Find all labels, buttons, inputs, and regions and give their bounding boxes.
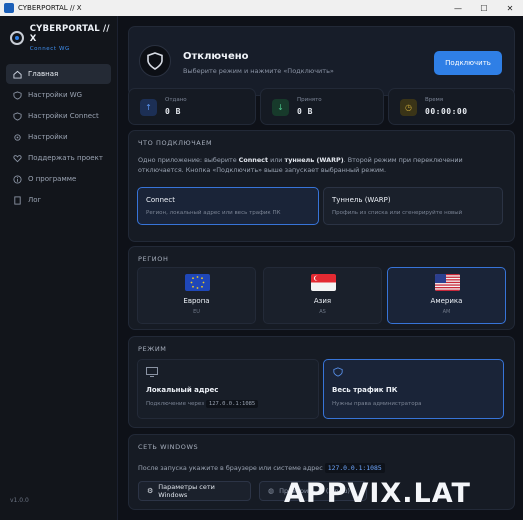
stat-value: 00:00:00 — [425, 107, 468, 116]
option-warp[interactable]: Туннель (WARP) Профиль из списка или сге… — [323, 187, 503, 225]
sidebar-item-label: О программе — [28, 175, 77, 183]
region-america[interactable]: Америка AM — [387, 267, 506, 324]
status-title: Отключено — [183, 51, 249, 62]
info-icon — [12, 174, 22, 184]
monitor-icon — [146, 367, 158, 377]
brand-subtitle: Connect WG — [29, 46, 70, 52]
usa-flag-icon — [435, 274, 460, 291]
stat-value: 0 B — [297, 107, 313, 116]
sidebar-item-home[interactable]: Главная — [6, 64, 111, 84]
section-description: После запуска укажите в браузере или сис… — [138, 463, 385, 473]
mode-title: Локальный адрес — [146, 386, 219, 394]
sidebar-item-label: Лог — [28, 196, 42, 204]
windows-network-settings-button[interactable]: ⚙ Параметры сети Windows — [138, 481, 251, 501]
mode-card: РЕЖИМ Локальный адрес Подключение через … — [128, 336, 515, 428]
sidebar-item-about[interactable]: О программе — [6, 169, 111, 189]
shield-icon — [333, 367, 343, 377]
sidebar-item-label: Главная — [28, 70, 59, 78]
watermark: APPVIX.LAT — [284, 478, 471, 509]
heart-icon — [12, 153, 22, 163]
document-icon — [12, 195, 22, 205]
maximize-button[interactable]: ☐ — [471, 0, 497, 16]
shield-icon — [139, 45, 171, 77]
sidebar-item-settings[interactable]: Настройки — [6, 127, 111, 147]
close-button[interactable]: ✕ — [497, 0, 523, 16]
logo-icon — [10, 31, 24, 45]
mode-local-address[interactable]: Локальный адрес Подключение через 127.0.… — [137, 359, 319, 419]
app-version: v1.0.0 — [10, 497, 29, 504]
window-title: CYBERPORTAL // X — [18, 4, 82, 12]
sidebar-item-label: Настройки Connect — [28, 112, 99, 120]
section-title: РЕГИОН — [138, 255, 169, 263]
gear-icon — [12, 132, 22, 142]
region-name: Европа — [183, 297, 210, 305]
mode-title: Весь трафик ПК — [332, 386, 398, 394]
region-name: Америка — [430, 297, 463, 305]
sidebar-item-label: Настройки WG — [28, 91, 83, 99]
option-title: Connect — [146, 196, 175, 204]
connect-button[interactable]: Подключить — [434, 51, 502, 75]
status-card: Отключено Выберите режим и нажмите «Подк… — [128, 26, 515, 96]
option-connect[interactable]: Connect Регион, локальный адрес или весь… — [137, 187, 319, 225]
globe-icon: ◍ — [268, 487, 275, 495]
mode-full-traffic[interactable]: Весь трафик ПК Нужны права администратор… — [323, 359, 504, 419]
mode-subtitle: Нужны права администратора — [332, 401, 422, 407]
section-title: РЕЖИМ — [138, 345, 167, 353]
proxy-address: 127.0.0.1:1085 — [324, 463, 385, 473]
stat-time: ◷ Время 00:00:00 — [388, 88, 515, 125]
sidebar-nav: Главная Настройки WG Настройки Connect Н… — [0, 64, 117, 210]
section-description: Одно приложение: выберите Connect или ту… — [138, 156, 463, 174]
sidebar: CYBERPORTAL // X Connect WG Главная Наст… — [0, 16, 118, 520]
region-code: AS — [319, 309, 326, 315]
region-card: РЕГИОН Европа EU Азия AS Америка AM — [128, 246, 515, 330]
stat-label: Время — [425, 97, 444, 103]
minimize-button[interactable]: — — [445, 0, 471, 16]
singapore-flag-icon — [311, 274, 336, 291]
arrow-down-icon: ↓ — [272, 99, 289, 116]
option-subtitle: Профиль из списка или сгенерируйте новый — [332, 210, 463, 216]
sidebar-item-label: Настройки — [28, 133, 68, 141]
sidebar-item-connect-settings[interactable]: Настройки Connect — [6, 106, 111, 126]
mode-subtitle: Подключение через 127.0.0.1:1085 — [146, 400, 259, 408]
gear-icon: ⚙ — [147, 487, 154, 495]
main-content: Отключено Выберите режим и нажмите «Подк… — [118, 16, 523, 520]
brand-name: CYBERPORTAL // X — [29, 24, 110, 44]
region-name: Азия — [313, 297, 332, 305]
status-subtitle: Выберите режим и нажмите «Подключить» — [183, 67, 334, 75]
brand: CYBERPORTAL // X Connect WG — [0, 16, 117, 60]
shield-icon — [12, 111, 22, 121]
stat-label: Отдано — [165, 97, 187, 103]
region-europe[interactable]: Европа EU — [137, 267, 256, 324]
option-title: Туннель (WARP) — [332, 196, 391, 204]
sidebar-item-label: Поддержать проект — [28, 154, 103, 162]
eu-flag-icon — [185, 274, 210, 291]
sidebar-item-log[interactable]: Лог — [6, 190, 111, 210]
region-asia[interactable]: Азия AS — [263, 267, 382, 324]
home-icon — [12, 69, 22, 79]
shield-icon — [12, 90, 22, 100]
arrow-up-icon: ↑ — [140, 99, 157, 116]
stat-label: Принято — [297, 97, 322, 103]
stat-received: ↓ Принято 0 B — [260, 88, 384, 125]
clock-icon: ◷ — [400, 99, 417, 116]
window-titlebar: CYBERPORTAL // X — ☐ ✕ — [0, 0, 523, 16]
stat-sent: ↑ Отдано 0 B — [128, 88, 256, 125]
sidebar-item-support[interactable]: Поддержать проект — [6, 148, 111, 168]
button-label: Параметры сети Windows — [158, 483, 215, 499]
region-code: EU — [193, 309, 200, 315]
app-icon — [4, 3, 14, 13]
section-title: ЧТО ПОДКЛЮЧАЕМ — [138, 139, 213, 147]
stat-value: 0 B — [165, 107, 181, 116]
sidebar-item-wg-settings[interactable]: Настройки WG — [6, 85, 111, 105]
option-subtitle: Регион, локальный адрес или весь трафик … — [146, 210, 281, 216]
region-code: AM — [442, 309, 451, 315]
section-title: СЕТЬ WINDOWS — [138, 443, 199, 451]
connect-what-card: ЧТО ПОДКЛЮЧАЕМ Одно приложение: выберите… — [128, 130, 515, 242]
